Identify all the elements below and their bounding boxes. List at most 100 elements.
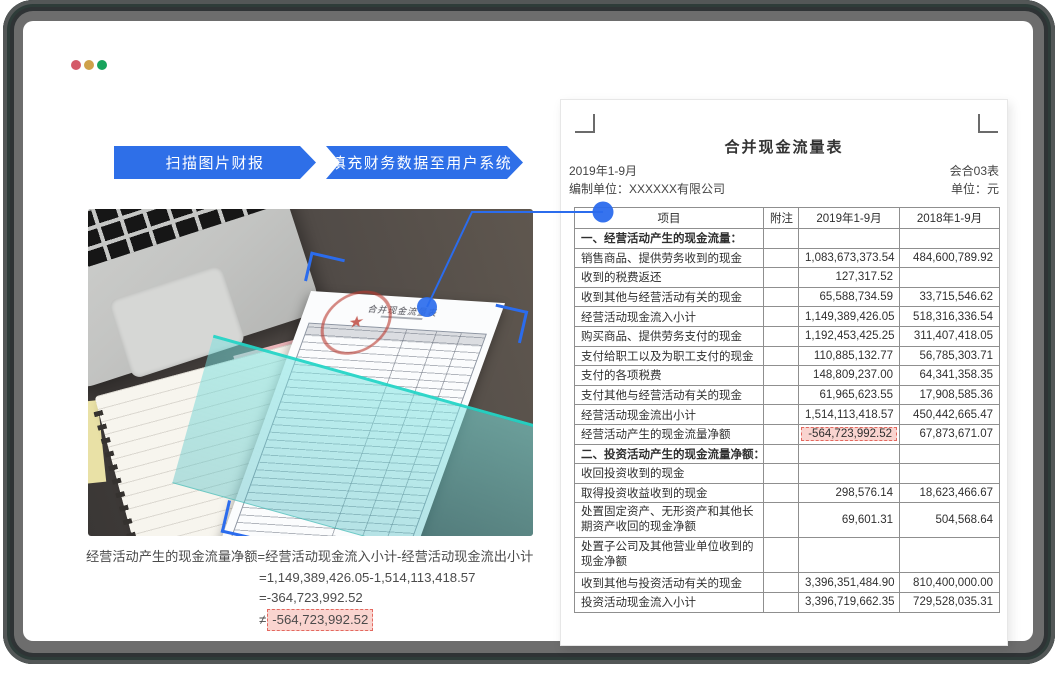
cell-y2018: 67,873,671.07 [900,424,1000,444]
cell-y2018 [900,538,1000,573]
formula-line-2: =1,149,389,426.05-1,514,113,418.57 [86,568,556,589]
cell-y2019 [799,464,900,484]
statement-meta-row-1: 2019年1-9月 会合03表 [569,162,999,179]
minimize-button[interactable] [84,60,94,70]
statement-unit: 单位：元 [951,180,999,197]
cell-y2019: 1,083,673,373.54 [799,248,900,268]
cell-y2018 [900,464,1000,484]
flow-step-scan-label: 扫描图片财报 [165,152,264,173]
table-row: 收到其他与经营活动有关的现金 65,588,734.5933,715,546.62 [575,287,1000,307]
stamp-star-icon: ★ [347,312,365,333]
cell-note [764,592,799,612]
table-row: 二、投资活动产生的现金流量净额： [575,444,1000,464]
cell-y2019: 65,588,734.59 [799,287,900,307]
header-item: 项目 [575,208,764,229]
formula-line-3: =-364,723,992.52 [86,588,556,609]
viewfinder-bracket-top-right [489,304,529,344]
cell-label: 购买商品、提供劳务支付的现金 [575,326,764,346]
cell-y2019: 1,514,113,418.57 [799,405,900,425]
table-row: 经营活动产生的现金流量净额 -564,723,992.5267,873,671.0… [575,424,1000,444]
table-row: 支付其他与经营活动有关的现金 61,965,623.5517,908,585.36 [575,385,1000,405]
statement-period: 2019年1-9月 [569,162,637,179]
formula-line-1: 经营活动产生的现金流量净额=经营活动现金流入小计-经营活动现金流出小计 [86,547,556,568]
cell-note [764,538,799,573]
cell-label: 处置子公司及其他营业单位收到的现金净额 [575,538,764,573]
flow-step-fill: 填充财务数据至用户系统 [326,146,523,179]
cell-note [764,385,799,405]
cell-y2018: 56,785,303.71 [900,346,1000,366]
table-row: 销售商品、提供劳务收到的现金 1,083,673,373.54484,600,78… [575,248,1000,268]
cell-y2019: 298,576.14 [799,483,900,503]
cell-label: 支付给职工以及为职工支付的现金 [575,346,764,366]
cell-label: 收回投资收到的现金 [575,464,764,484]
cell-label: 经营活动现金流入小计 [575,307,764,327]
crop-mark-top-right [978,114,998,133]
cell-y2019: 110,885,132.77 [799,346,900,366]
table-row: 一、经营活动产生的现金流量： [575,229,1000,249]
cell-note [764,503,799,538]
cell-y2018: 33,715,546.62 [900,287,1000,307]
cell-label: 收到的税费返还 [575,268,764,288]
statement-table-body: 一、经营活动产生的现金流量：销售商品、提供劳务收到的现金 1,083,673,37… [575,229,1000,613]
cell-y2018: 484,600,789.92 [900,248,1000,268]
cell-note [764,424,799,444]
mismatch-value-box: -564,723,992.52 [267,609,373,632]
cell-label: 经营活动产生的现金流量净额 [575,424,764,444]
table-row: 支付的各项税费148,809,237.0064,341,358.35 [575,366,1000,386]
cell-note [764,248,799,268]
table-row: 支付给职工以及为职工支付的现金 110,885,132.7756,785,303.… [575,346,1000,366]
cell-y2018: 504,568.64 [900,503,1000,538]
cell-note [764,573,799,593]
statement-page: 合并现金流量表 2019年1-9月 会合03表 编制单位：XXXXXX有限公司 … [560,99,1008,646]
flow-step-fill-label: 填充财务数据至用户系统 [331,152,513,173]
table-row: 购买商品、提供劳务支付的现金1,192,453,425.25311,407,41… [575,326,1000,346]
cell-label: 支付其他与经营活动有关的现金 [575,385,764,405]
cell-y2019 [799,538,900,573]
cell-label: 投资活动现金流入小计 [575,592,764,612]
statement-sheet-no: 会合03表 [950,162,999,179]
cell-y2019: 127,317.52 [799,268,900,288]
table-row: 收到的税费返还 127,317.52 [575,268,1000,288]
crop-mark-top-left [575,114,595,133]
table-row: 收回投资收到的现金 [575,464,1000,484]
cell-y2019: 3,396,719,662.35 [799,592,900,612]
cell-note [764,405,799,425]
cell-y2019: 148,809,237.00 [799,366,900,386]
zoom-button[interactable] [97,60,107,70]
cell-y2019: 1,149,389,426.05 [799,307,900,327]
cell-y2019: 69,601.31 [799,503,900,538]
cell-note [764,464,799,484]
statement-table: 项目 附注 2019年1-9月 2018年1-9月 一、经营活动产生的现金流量：… [574,207,1000,613]
cell-y2019 [799,229,900,249]
table-row: 经营活动现金流出小计1,514,113,418.57450,442,665.47 [575,405,1000,425]
header-2019: 2019年1-9月 [799,208,900,229]
not-equal-sign: ≠ [259,612,266,627]
cell-y2019: -564,723,992.52 [799,424,900,444]
cell-label: 收到其他与投资活动有关的现金 [575,573,764,593]
cell-note [764,307,799,327]
cell-y2018: 810,400,000.00 [900,573,1000,593]
cell-note [764,268,799,288]
cell-y2019: 1,192,453,425.25 [799,326,900,346]
cell-y2018: 17,908,585.36 [900,385,1000,405]
cell-label: 经营活动现金流出小计 [575,405,764,425]
cell-note [764,229,799,249]
statement-prepared-by: 编制单位：XXXXXX有限公司 [569,180,725,197]
cell-label: 收到其他与经营活动有关的现金 [575,287,764,307]
close-button[interactable] [71,60,81,70]
table-row: 处置固定资产、无形资产和其他长期资产收回的现金净额69,601.31504,56… [575,503,1000,538]
statement-meta-row-2: 编制单位：XXXXXX有限公司 单位：元 [569,180,999,197]
table-row: 投资活动现金流入小计3,396,719,662.35729,528,035.31 [575,592,1000,612]
cell-label: 销售商品、提供劳务收到的现金 [575,248,764,268]
table-row: 收到其他与投资活动有关的现金3,396,351,484.90810,400,00… [575,573,1000,593]
cell-note [764,346,799,366]
table-row: 取得投资收益收到的现金298,576.1418,623,466.67 [575,483,1000,503]
header-2018: 2018年1-9月 [900,208,1000,229]
verification-formula: 经营活动产生的现金流量净额=经营活动现金流入小计-经营活动现金流出小计 =1,1… [86,547,556,631]
statement-title: 合并现金流量表 [561,136,1007,157]
cell-y2019 [799,444,900,464]
cell-y2019: 61,965,623.55 [799,385,900,405]
cell-note [764,483,799,503]
flow-step-scan: 扫描图片财报 [114,146,316,179]
cell-label: 支付的各项税费 [575,366,764,386]
